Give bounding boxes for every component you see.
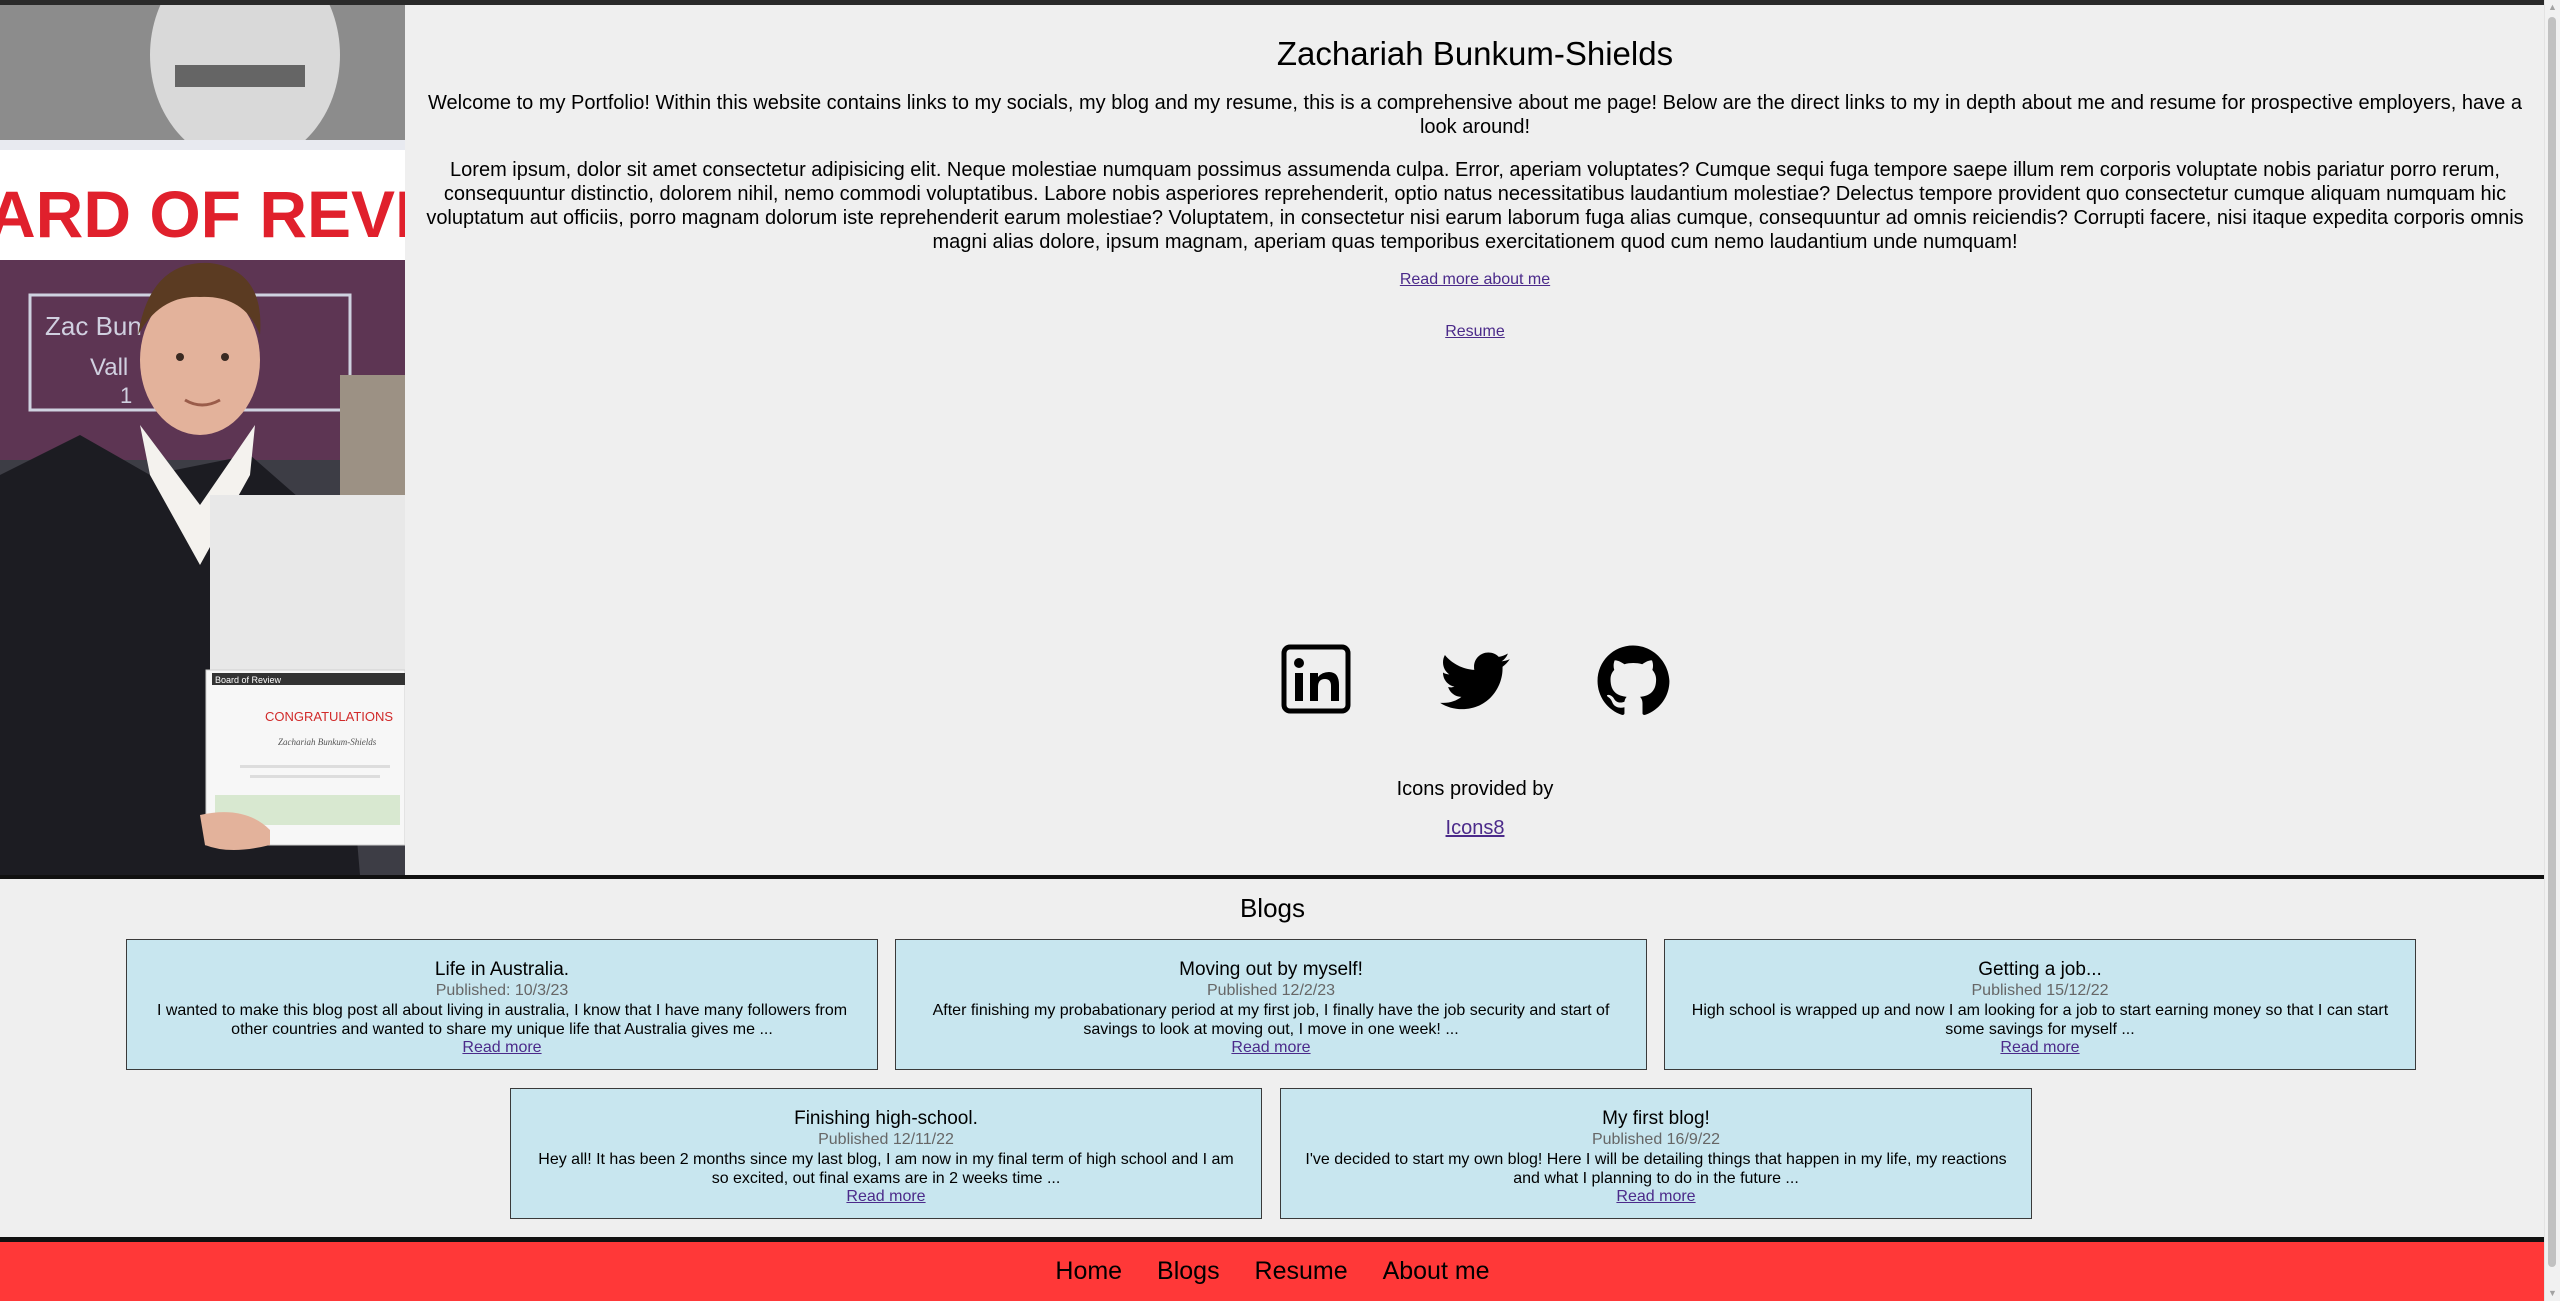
icons8-link[interactable]: Icons8	[1446, 817, 1505, 839]
scroll-down-icon[interactable]: ▼	[2545, 1286, 2560, 1301]
scroll-thumb[interactable]	[2548, 17, 2556, 1267]
social-links	[405, 641, 2545, 721]
blog-title: My first blog!	[1602, 1108, 1710, 1129]
blog-excerpt: Hey all! It has been 2 months since my l…	[538, 1151, 1234, 1187]
footer-nav: Home Blogs Resume About me	[0, 1257, 2545, 1286]
blog-date: Published: 10/3/23	[435, 982, 569, 999]
blogs-heading: Blogs	[1239, 893, 1306, 923]
nav-resume-link[interactable]: Resume	[1255, 1257, 1348, 1285]
page-scrollbar[interactable]: ▲ ▼	[2544, 0, 2560, 1301]
blog-excerpt: I've decided to start my own blog! Here …	[1305, 1151, 2007, 1187]
blog-date: Published 16/9/22	[1591, 1131, 1721, 1148]
blog-title: Life in Australia.	[434, 959, 570, 980]
blog-card: Finishing high-school. Published 12/11/2…	[510, 1088, 1262, 1219]
plaque-line1: Zac Bun	[45, 311, 142, 341]
nav-blogs-link[interactable]: Blogs	[1157, 1257, 1220, 1285]
blog-title: Getting a job...	[1978, 959, 2102, 980]
blog-read-more-link[interactable]: Read more	[1616, 1188, 1695, 1205]
banner-text: ARD OF REVIEW	[0, 177, 405, 251]
blog-card: Moving out by myself! Published 12/2/23 …	[895, 939, 1647, 1070]
section-divider	[0, 875, 2545, 879]
blog-excerpt: High school is wrapped up and now I am l…	[1691, 1002, 2389, 1038]
blog-read-more-link[interactable]: Read more	[462, 1039, 541, 1056]
blog-read-more-link[interactable]: Read more	[1231, 1039, 1310, 1056]
blog-card: My first blog! Published 16/9/22 I've de…	[1280, 1088, 2032, 1219]
nav-about-link[interactable]: About me	[1383, 1257, 1490, 1285]
intro-section: Zachariah Bunkum-Shields Welcome to my P…	[405, 5, 2545, 875]
blog-date: Published 12/11/22	[818, 1131, 954, 1148]
nav-home-link[interactable]: Home	[1055, 1257, 1122, 1285]
blog-excerpt: I wanted to make this blog post all abou…	[156, 1002, 848, 1038]
blog-card: Life in Australia. Published: 10/3/23 I …	[126, 939, 878, 1070]
linkedin-icon[interactable]	[1279, 641, 1355, 721]
read-more-about-link[interactable]: Read more about me	[1400, 271, 1550, 288]
cert-header: Board of Review	[215, 675, 282, 685]
twitter-icon[interactable]	[1437, 641, 1513, 721]
blog-read-more-link[interactable]: Read more	[2000, 1039, 2079, 1056]
github-icon[interactable]	[1595, 641, 1671, 721]
footer: Home Blogs Resume About me	[0, 1242, 2545, 1301]
cert-title: CONGRATULATIONS	[265, 709, 393, 724]
blog-date: Published 15/12/22	[1971, 982, 2109, 999]
blog-read-more-link[interactable]: Read more	[846, 1188, 925, 1205]
cert-name: Zachariah Bunkum-Shields	[278, 737, 377, 747]
blog-title: Moving out by myself!	[1179, 959, 1363, 980]
profile-photo: ARD OF REVIEW Zac Bun Vall 1 Board of Re…	[0, 5, 405, 875]
scroll-up-icon[interactable]: ▲	[2545, 0, 2560, 15]
welcome-text: Welcome to my Portfolio! Within this web…	[428, 92, 2522, 138]
plaque-line3: 1	[120, 383, 132, 408]
plaque-line2: Vall	[90, 354, 128, 381]
about-text: Lorem ipsum, dolor sit amet consectetur …	[426, 159, 2524, 253]
blog-card: Getting a job... Published 15/12/22 High…	[1664, 939, 2416, 1070]
resume-link[interactable]: Resume	[1445, 323, 1505, 340]
page-title: Zachariah Bunkum-Shields	[1276, 35, 1674, 72]
blog-date: Published 12/2/23	[1206, 982, 1336, 999]
icons-credit: Icons provided by	[1396, 778, 1554, 800]
blog-excerpt: After finishing my probabationary period…	[932, 1002, 1610, 1038]
blog-title: Finishing high-school.	[794, 1108, 978, 1129]
